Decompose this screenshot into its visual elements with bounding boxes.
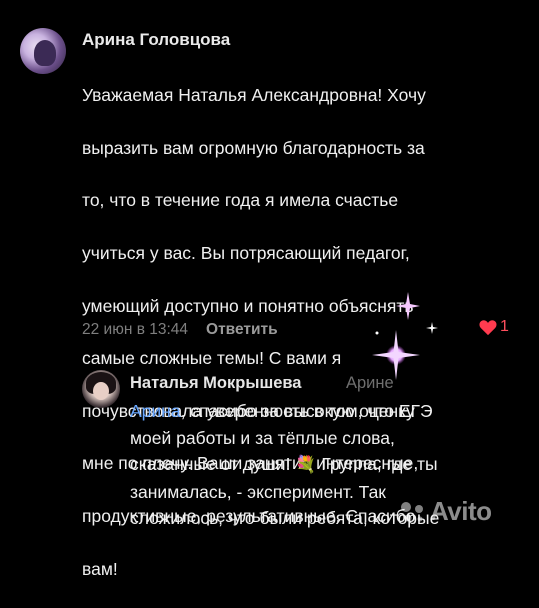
bouquet-icon: 💐: [295, 455, 317, 474]
comment-text-line: самые сложные темы! С вами я: [82, 348, 342, 369]
comment-date[interactable]: 22 июн в 13:44: [82, 321, 188, 339]
reply-text-line: Арина, спасибо за высокую оценку: [130, 398, 530, 425]
reply-text-line: сказанные от души! 💐 Группа, где ты: [130, 451, 530, 479]
avatar[interactable]: [82, 370, 120, 408]
like-button[interactable]: 1: [478, 318, 509, 336]
comment-author[interactable]: Арина Головцова: [82, 30, 230, 50]
watermark: Avito: [430, 496, 492, 526]
avatar-face: [93, 382, 109, 400]
sparkle-icon: [375, 331, 379, 335]
avatar[interactable]: [20, 28, 66, 74]
reply-text-fragment: сказанные от души!: [130, 454, 291, 474]
mention-link[interactable]: Арина: [130, 401, 181, 421]
comment-text-line: учиться у вас. Вы потрясающий педагог,: [82, 243, 410, 264]
heart-icon[interactable]: [478, 318, 498, 336]
sparkle-icon: [396, 292, 420, 320]
sparkle-icon: [426, 322, 438, 334]
reply-text-line: моей работы и за тёплые слова,: [130, 427, 395, 448]
comment-text-line: то, что в течение года я имела счастье: [82, 190, 399, 211]
comment-meta: 22 июн в 13:44 Ответить: [82, 318, 522, 342]
comment-text-line: вам!: [82, 558, 118, 579]
like-count: 1: [500, 318, 509, 335]
reply-author[interactable]: Наталья Мокрышева: [130, 374, 301, 393]
avatar-figure: [34, 40, 56, 66]
comment-text-line: Уважаемая Наталья Александровна! Хочу: [82, 85, 426, 106]
avito-logo-icon: [401, 502, 423, 522]
comment-text-line: выразить вам огромную благодарность за: [82, 137, 425, 158]
reply-button[interactable]: Ответить: [206, 321, 278, 339]
reply-text-fragment: Группа, где ты: [321, 454, 438, 474]
comment-text-line: умеющий доступно и понятно объяснять: [82, 295, 414, 316]
reply-to-name[interactable]: Арине: [346, 374, 394, 393]
sparkle-icon: [372, 330, 420, 380]
reply-text-fragment: , спасибо за высокую оценку: [180, 401, 415, 421]
